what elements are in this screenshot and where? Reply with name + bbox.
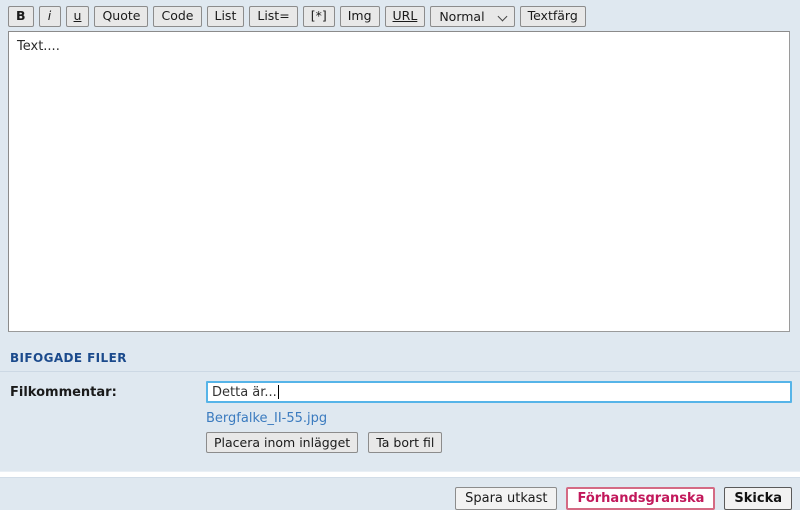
font-size-select[interactable]: Normal [430, 5, 515, 27]
footer-actions: Spara utkast Förhandsgranska Skicka [0, 478, 800, 510]
attachments-panel: BIFOGADE FILER Filkommentar: Detta är...… [0, 347, 800, 457]
save-draft-button[interactable]: Spara utkast [455, 487, 558, 510]
list-item-button[interactable]: [*] [302, 5, 335, 27]
quote-button[interactable]: Quote [94, 5, 149, 27]
editor-toolbar: B i u Quote Code List List= [*] Img URL … [0, 0, 800, 31]
underline-button[interactable]: u [65, 5, 90, 27]
file-comment-value: Detta är... [212, 384, 277, 400]
image-button[interactable]: Img [339, 5, 380, 27]
text-color-button[interactable]: Textfärg [519, 5, 586, 27]
italic-button[interactable]: i [38, 5, 61, 27]
footer-divider [0, 471, 800, 478]
ordered-list-button[interactable]: List= [249, 5, 298, 27]
url-button[interactable]: URL [384, 5, 426, 27]
code-button[interactable]: Code [153, 5, 202, 27]
file-comment-row: Filkommentar: Detta är... [0, 372, 800, 403]
file-comment-input[interactable]: Detta är... [206, 381, 792, 403]
list-button[interactable]: List [206, 5, 245, 27]
attachment-filename-row: Bergfalke_II-55.jpg [0, 403, 800, 426]
bold-button[interactable]: B [8, 5, 34, 27]
submit-button[interactable]: Skicka [724, 487, 792, 510]
post-body-textarea[interactable] [8, 31, 790, 332]
file-comment-label: Filkommentar: [10, 384, 117, 400]
delete-file-button[interactable]: Ta bort fil [368, 432, 443, 453]
font-size-select-value: Normal [439, 8, 485, 24]
chevron-down-icon [499, 12, 508, 21]
attachment-filename-link[interactable]: Bergfalke_II-55.jpg [206, 411, 327, 426]
attachment-actions: Placera inom inlägget Ta bort fil [0, 426, 800, 453]
attachments-section-heading: BIFOGADE FILER [0, 347, 800, 372]
text-caret [277, 385, 279, 399]
place-inline-button[interactable]: Placera inom inlägget [206, 432, 359, 453]
preview-button[interactable]: Förhandsgranska [566, 487, 716, 510]
